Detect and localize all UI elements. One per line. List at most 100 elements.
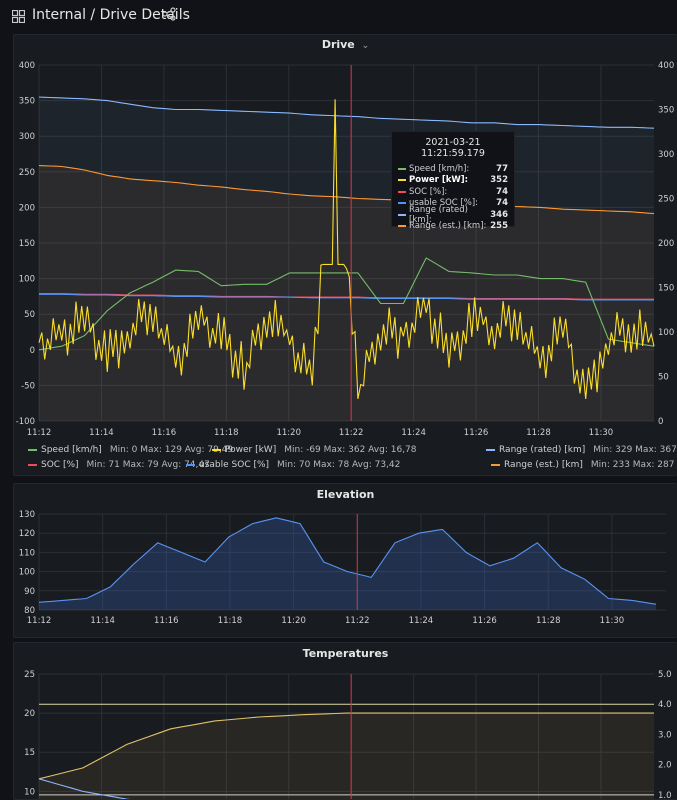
tooltip-time: 2021-03-21 11:21:59.179	[421, 137, 485, 159]
x-tick: 11:18	[214, 428, 239, 438]
x-tick: 11:20	[281, 616, 306, 626]
y-tick-left: 25	[24, 670, 35, 680]
x-tick: 11:30	[589, 428, 614, 438]
y-tick-left: 250	[19, 168, 35, 178]
y-tick-right: 2.0	[658, 761, 672, 771]
legend-stats: Min: 70 Max: 78 Avg: 73,42	[277, 460, 401, 470]
y-tick-right: 100	[658, 328, 674, 338]
tooltip-name: SOC [%]:	[409, 186, 448, 197]
y-tick-left: 150	[19, 239, 35, 249]
y-tick-left: 100	[19, 275, 35, 285]
tooltip-swatch	[398, 167, 406, 170]
legend-swatch	[212, 449, 221, 451]
x-tick: 11:28	[526, 428, 551, 438]
x-tick: 11:12	[27, 428, 52, 438]
y-tick-right: 200	[658, 239, 674, 249]
y-tick-right: 0	[658, 417, 663, 427]
y-tick-left: -100	[16, 417, 35, 427]
x-tick: 11:16	[154, 616, 179, 626]
tooltip-value: 77	[496, 163, 508, 174]
tooltip-swatch	[398, 179, 406, 182]
dashboard-header: Internal / Drive Details	[0, 0, 677, 34]
y-tick-left: 20	[24, 709, 35, 719]
grid-icon[interactable]	[12, 10, 25, 23]
tooltip-swatch	[398, 190, 406, 193]
legend-name: Range (rated) [km]	[499, 445, 586, 455]
tooltip-value: 346	[490, 209, 508, 220]
x-tick: 11:30	[600, 616, 625, 626]
y-tick-right: 5.0	[658, 670, 672, 680]
y-tick-left: -50	[21, 381, 35, 391]
x-tick: 11:22	[345, 616, 370, 626]
y-tick: 130	[19, 510, 35, 520]
legend-item-power[interactable]: Power [kW] Min: -69 Max: 362 Avg: 16,78	[212, 445, 417, 455]
elevation-area	[39, 517, 656, 610]
tooltip-name: Speed [km/h]:	[409, 163, 470, 174]
y-tick-left: 50	[24, 310, 35, 320]
y-tick: 90	[24, 587, 35, 597]
x-tick: 11:14	[90, 616, 115, 626]
temperatures-panel: Temperatures 25 20 15 10 5.0 4.0 3.0 2.0 1.0	[13, 642, 677, 800]
y-tick-right: 150	[658, 284, 674, 294]
drive-panel: Drive ⌄ 400 350 300 250 200 150 100 50 0 -50 -100 4…	[13, 34, 677, 476]
legend-item-speed[interactable]: Speed [km/h] Min: 0 Max: 129 Avg: 79,49	[28, 445, 233, 455]
tooltip-row-power: Power [kW]: 352	[398, 175, 508, 187]
y-tick-right: 250	[658, 195, 674, 205]
y-tick-right: 1.0	[658, 791, 672, 800]
x-tick: 11:24	[401, 428, 426, 438]
legend-stats: Min: 233 Max: 287 Avg: 251	[590, 460, 677, 470]
legend-stats: Min: -69 Max: 362 Avg: 16,78	[284, 445, 417, 455]
temperatures-chart[interactable]: 25 20 15 10 5.0 4.0 3.0 2.0 1.0	[14, 643, 677, 800]
x-tick: 11:26	[472, 616, 497, 626]
legend-item-soc[interactable]: SOC [%] Min: 71 Max: 79 Avg: 74,47	[28, 460, 210, 470]
legend-item-range-est[interactable]: Range (est.) [km] Min: 233 Max: 287 Avg:…	[491, 460, 677, 470]
legend-swatch	[491, 464, 500, 466]
tooltip-value: 352	[490, 175, 508, 186]
series-area	[39, 713, 654, 799]
tooltip-row-range-est: Range (est.) [km]: 255	[398, 221, 508, 233]
x-tick: 11:18	[218, 616, 243, 626]
y-tick-right: 400	[658, 61, 674, 71]
y-tick: 110	[19, 548, 35, 558]
drive-chart[interactable]: 400 350 300 250 200 150 100 50 0 -50 -100 400 350 300…	[14, 35, 677, 476]
y-tick-left: 300	[19, 132, 35, 142]
legend-item-usable-soc[interactable]: usable SOC [%] Min: 70 Max: 78 Avg: 73,4…	[186, 460, 400, 470]
y-tick-right: 4.0	[658, 700, 672, 710]
x-tick: 11:28	[536, 616, 561, 626]
legend-name: usable SOC [%]	[199, 460, 270, 470]
x-tick: 11:24	[409, 616, 434, 626]
legend-stats: Min: 329 Max: 367 Avg: 344	[593, 445, 677, 455]
tooltip-row-speed: Speed [km/h]: 77	[398, 163, 508, 175]
y-tick-left: 15	[24, 748, 35, 758]
elevation-panel: Elevation 130 120 110 100 90 80 11:12 11:14 11:1…	[13, 483, 677, 638]
x-tick: 11:20	[276, 428, 301, 438]
legend-item-range-rated[interactable]: Range (rated) [km] Min: 329 Max: 367 Avg…	[486, 445, 677, 455]
legend-swatch	[28, 449, 37, 451]
x-tick: 11:16	[152, 428, 177, 438]
x-tick: 11:22	[339, 428, 364, 438]
legend-name: Power [kW]	[225, 445, 277, 455]
y-tick-right: 350	[658, 106, 674, 116]
y-tick-left: 400	[19, 61, 35, 71]
legend-swatch	[28, 464, 37, 466]
y-tick: 120	[19, 529, 35, 539]
tooltip-name: Power [kW]:	[409, 175, 469, 186]
y-tick: 100	[19, 568, 35, 578]
x-tick: 11:14	[89, 428, 114, 438]
y-tick-right: 3.0	[658, 730, 672, 740]
legend-name: Range (est.) [km]	[504, 460, 583, 470]
y-tick-left: 10	[24, 787, 35, 797]
legend-name: SOC [%]	[41, 460, 79, 470]
share-icon[interactable]	[162, 7, 176, 21]
tooltip-name: Range (est.) [km]:	[409, 221, 487, 232]
y-tick-left: 0	[30, 346, 35, 356]
legend-swatch	[186, 464, 195, 466]
tooltip-row-soc: SOC [%]: 74	[398, 186, 508, 198]
y-tick-right: 50	[658, 373, 669, 383]
y-tick-left: 350	[19, 97, 35, 107]
x-tick: 11:12	[27, 616, 52, 626]
x-tick: 11:26	[464, 428, 489, 438]
elevation-chart[interactable]: 130 120 110 100 90 8011:12 11:14 11:16 11:18 11:2…	[14, 484, 677, 638]
tooltip-value: 74	[496, 198, 508, 209]
tooltip-swatch	[398, 225, 406, 228]
